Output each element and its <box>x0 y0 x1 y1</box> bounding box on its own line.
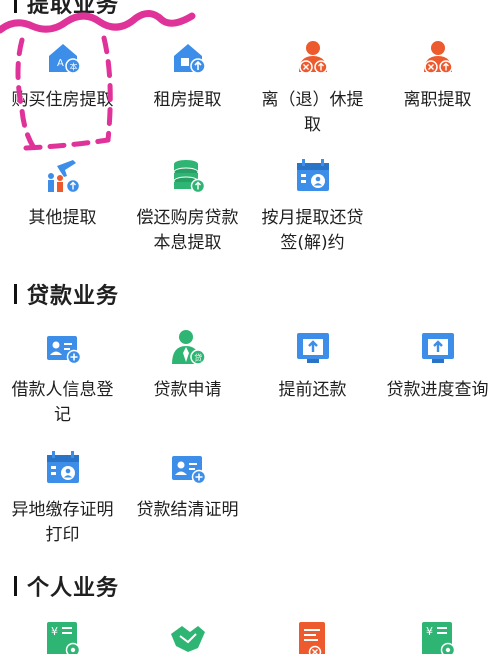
section-title-bar <box>14 284 17 304</box>
service-item-personal-2[interactable] <box>125 620 250 654</box>
id-card-add-icon <box>171 456 206 485</box>
service-item-personal-4[interactable]: ¥ <box>375 620 500 654</box>
svg-text:本: 本 <box>69 62 77 72</box>
id-card-add-icon <box>46 336 81 365</box>
upload-tray-icon <box>421 333 454 363</box>
retire-person-icon <box>298 41 328 74</box>
service-label: 按月提取还贷签(解)约 <box>261 208 364 253</box>
service-item-monthly-sign[interactable]: 按月提取还贷签(解)约 <box>250 156 375 256</box>
service-label: 贷款进度查询 <box>386 380 489 400</box>
service-label: 偿还购房贷款本息提取 <box>136 208 239 253</box>
svg-text:¥: ¥ <box>51 625 58 638</box>
service-item-early-repay[interactable]: 提前还款 <box>250 328 375 403</box>
section-title-text: 个人业务 <box>27 576 120 601</box>
section-title-withdrawal: 提取业务 <box>14 0 119 18</box>
upload-tray-icon <box>296 333 329 363</box>
yuan-gear-icon: ¥ <box>421 622 455 654</box>
service-item-personal-1[interactable]: ¥ <box>0 620 125 654</box>
section-title-loan: 贷款业务 <box>14 279 119 309</box>
service-label: 其他提取 <box>28 208 97 228</box>
house-rent-icon <box>173 44 206 74</box>
loan-person-icon: 贷 <box>171 330 206 365</box>
service-item-other[interactable]: 其他提取 <box>0 156 125 231</box>
coin-stack-icon <box>173 160 205 194</box>
document-close-icon <box>298 622 325 654</box>
section-title-bar <box>14 0 17 13</box>
service-label: 贷款申请 <box>153 380 222 400</box>
service-item-repay-withdraw[interactable]: 偿还购房贷款本息提取 <box>125 156 250 256</box>
service-item-offsite-proof[interactable]: 异地缴存证明打印 <box>0 448 125 548</box>
service-label: 离（退）休提取 <box>261 90 364 135</box>
service-item-retire[interactable]: 离（退）休提取 <box>250 38 375 138</box>
handshake-icon <box>170 626 205 652</box>
service-item-house-buy[interactable]: A 本 购买住房提取 <box>0 38 125 113</box>
calendar-person-icon <box>296 159 329 191</box>
section-title-text: 提取业务 <box>27 0 120 18</box>
svg-text:贷: 贷 <box>194 353 202 363</box>
section-title-bar <box>14 576 17 596</box>
house-buy-icon: A 本 <box>48 44 81 74</box>
service-label: 异地缴存证明打印 <box>11 500 114 545</box>
service-label: 贷款结清证明 <box>136 500 239 520</box>
service-item-loan-progress[interactable]: 贷款进度查询 <box>375 328 500 403</box>
service-item-loan-apply[interactable]: 贷 贷款申请 <box>125 328 250 403</box>
service-label: 借款人信息登记 <box>11 380 114 425</box>
service-item-personal-3[interactable] <box>250 620 375 654</box>
service-label: 购买住房提取 <box>11 90 114 110</box>
service-item-loan-cleared[interactable]: 贷款结清证明 <box>125 448 250 523</box>
yuan-gear-icon: ¥ <box>46 622 80 654</box>
travel-family-icon <box>47 160 80 194</box>
section-title-text: 贷款业务 <box>27 284 120 309</box>
service-label: 提前还款 <box>278 380 347 400</box>
svg-text:A: A <box>57 58 64 69</box>
service-item-house-rent[interactable]: 租房提取 <box>125 38 250 113</box>
calendar-person-icon <box>46 451 79 483</box>
service-item-resign[interactable]: 离职提取 <box>375 38 500 113</box>
svg-text:¥: ¥ <box>426 625 433 638</box>
section-title-personal: 个人业务 <box>14 571 119 601</box>
service-item-borrower-register[interactable]: 借款人信息登记 <box>0 328 125 428</box>
service-label: 租房提取 <box>153 90 222 110</box>
service-label: 离职提取 <box>403 90 472 110</box>
resign-person-icon <box>423 41 453 74</box>
